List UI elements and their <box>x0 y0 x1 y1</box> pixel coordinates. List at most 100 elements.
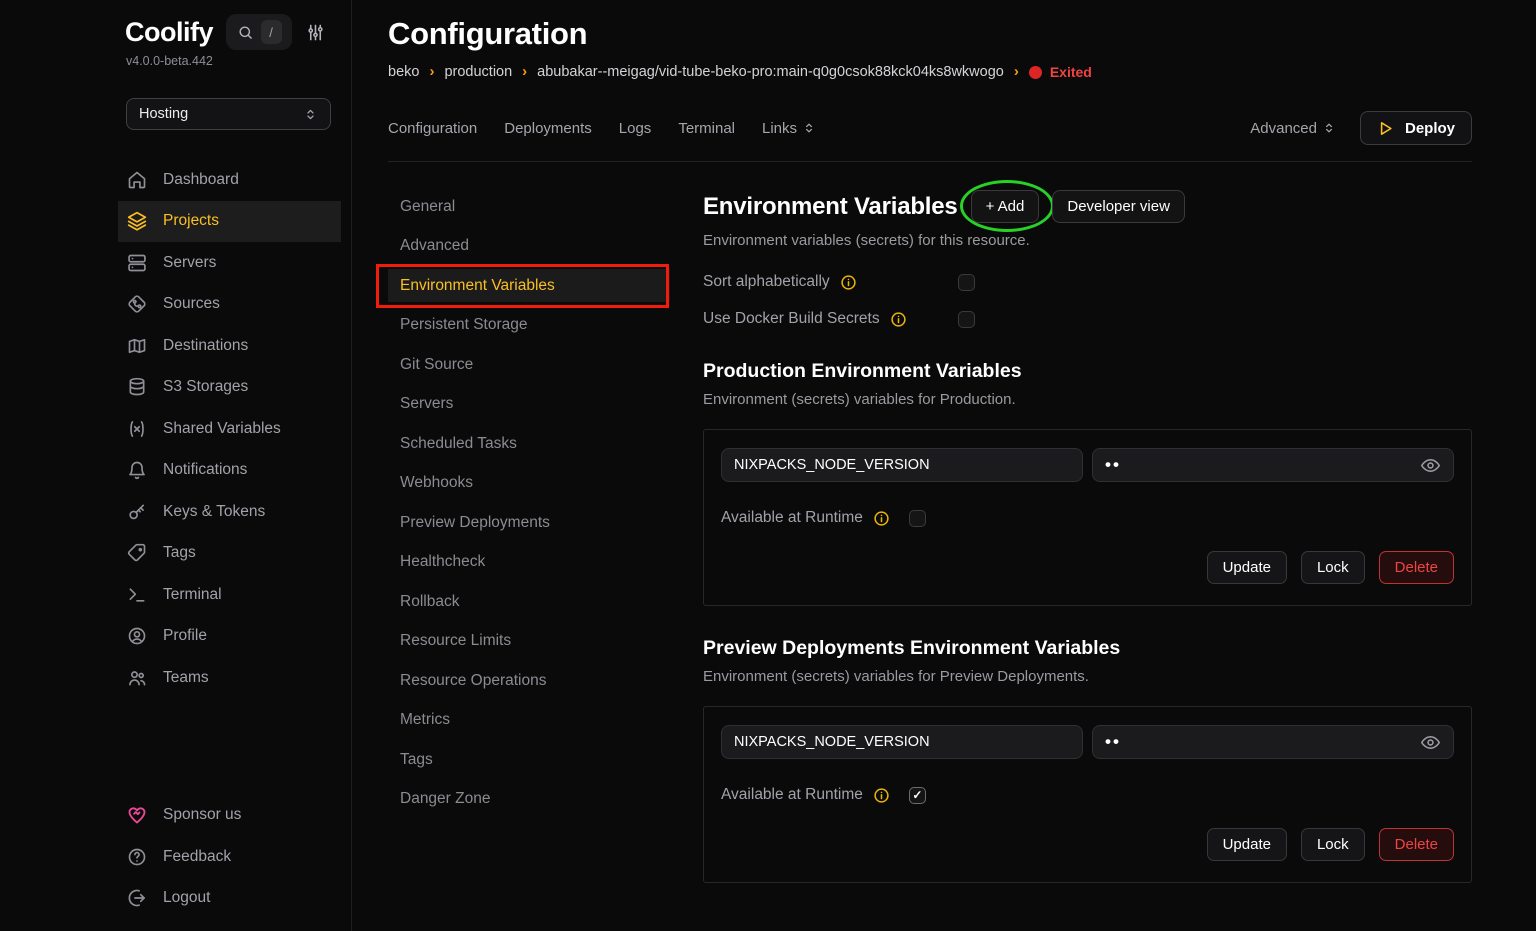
update-button[interactable]: Update <box>1207 551 1287 584</box>
breadcrumb: beko › production › abubakar--meigag/vid… <box>388 64 1472 80</box>
sidebar-item-sponsor-us[interactable]: Sponsor us <box>118 795 341 837</box>
sidebar-item-label: Sponsor us <box>163 806 241 824</box>
sidebar-item-shared-variables[interactable]: Shared Variables <box>118 408 341 450</box>
users-icon <box>127 668 147 688</box>
subnav-environment-variables[interactable]: Environment Variables <box>388 269 670 302</box>
tag-icon <box>127 543 147 563</box>
sidebar-item-label: Keys & Tokens <box>163 503 265 521</box>
available-at-runtime-checkbox[interactable]: ✓ <box>909 787 926 804</box>
subnav-danger-zone[interactable]: Danger Zone <box>388 783 670 816</box>
app-logo: Coolify <box>125 17 213 48</box>
filter-sliders-icon[interactable] <box>306 23 325 42</box>
app-version: v4.0.0-beta.442 <box>126 54 341 68</box>
heart-icon <box>127 805 147 825</box>
sidebar-item-label: S3 Storages <box>163 378 248 396</box>
tab-links-label: Links <box>762 120 797 137</box>
breadcrumb-project[interactable]: beko <box>388 64 419 80</box>
sort-alphabetically-checkbox[interactable] <box>958 274 975 291</box>
sidebar-item-label: Terminal <box>163 586 222 604</box>
info-icon[interactable] <box>873 787 890 804</box>
key-icon <box>127 502 147 522</box>
sidebar-item-s3-storages[interactable]: S3 Storages <box>118 367 341 409</box>
sidebar-item-profile[interactable]: Profile <box>118 616 341 658</box>
subnav-rollback[interactable]: Rollback <box>388 585 670 618</box>
subnav-general[interactable]: General <box>388 190 670 223</box>
subnav-persistent-storage[interactable]: Persistent Storage <box>388 309 670 342</box>
variable-value-input[interactable]: •• <box>1092 448 1454 482</box>
database-icon <box>127 377 147 397</box>
settings-subnav: General Advanced Environment Variables P… <box>388 190 703 883</box>
sidebar-item-sources[interactable]: Sources <box>118 284 341 326</box>
available-at-runtime-checkbox[interactable] <box>909 510 926 527</box>
reveal-value-eye-icon[interactable] <box>1420 455 1441 476</box>
layers-icon <box>127 211 147 231</box>
variable-value-input[interactable]: •• <box>1092 725 1454 759</box>
chevron-up-down-icon <box>802 121 816 135</box>
sidebar-footer: Sponsor us Feedback Logout <box>118 795 341 922</box>
developer-view-button[interactable]: Developer view <box>1052 190 1185 223</box>
home-icon <box>127 170 147 190</box>
sidebar-item-label: Projects <box>163 212 219 230</box>
subnav-git-source[interactable]: Git Source <box>388 348 670 381</box>
subnav-scheduled-tasks[interactable]: Scheduled Tasks <box>388 427 670 460</box>
sidebar-item-keys-tokens[interactable]: Keys & Tokens <box>118 491 341 533</box>
masked-value: •• <box>1105 460 1121 470</box>
sort-alphabetically-label: Sort alphabetically <box>703 273 830 291</box>
chevron-up-down-icon <box>1322 121 1336 135</box>
subnav-resource-limits[interactable]: Resource Limits <box>388 625 670 658</box>
sidebar-item-terminal[interactable]: Terminal <box>118 574 341 616</box>
sidebar-item-label: Logout <box>163 889 210 907</box>
sidebar-item-tags[interactable]: Tags <box>118 533 341 575</box>
advanced-dropdown[interactable]: Advanced <box>1250 120 1336 137</box>
info-icon[interactable] <box>840 274 857 291</box>
sidebar: Coolify / v4.0.0-beta.442 Hosting Dashbo… <box>0 0 352 931</box>
advanced-label: Advanced <box>1250 120 1317 137</box>
lock-button[interactable]: Lock <box>1301 551 1365 584</box>
info-icon[interactable] <box>890 311 907 328</box>
tab-links[interactable]: Links <box>762 120 816 137</box>
subnav-resource-operations[interactable]: Resource Operations <box>388 664 670 697</box>
search-icon <box>237 24 254 41</box>
sidebar-item-logout[interactable]: Logout <box>118 878 341 920</box>
sidebar-item-destinations[interactable]: Destinations <box>118 325 341 367</box>
tab-terminal[interactable]: Terminal <box>678 120 735 137</box>
status-label: Exited <box>1050 64 1092 80</box>
subnav-advanced[interactable]: Advanced <box>388 230 670 263</box>
reveal-value-eye-icon[interactable] <box>1420 732 1441 753</box>
delete-button[interactable]: Delete <box>1379 551 1454 584</box>
sidebar-item-projects[interactable]: Projects <box>118 201 341 243</box>
add-label: + Add <box>986 198 1025 215</box>
env-subtitle: Environment variables (secrets) for this… <box>703 232 1472 249</box>
team-select[interactable]: Hosting <box>126 98 331 130</box>
tab-deployments[interactable]: Deployments <box>504 120 592 137</box>
deploy-button[interactable]: Deploy <box>1360 111 1472 145</box>
sidebar-item-label: Servers <box>163 254 216 272</box>
breadcrumb-environment[interactable]: production <box>444 64 512 80</box>
sidebar-item-notifications[interactable]: Notifications <box>118 450 341 492</box>
delete-button[interactable]: Delete <box>1379 828 1454 861</box>
subnav-webhooks[interactable]: Webhooks <box>388 467 670 500</box>
subnav-servers[interactable]: Servers <box>388 388 670 421</box>
docker-build-secrets-label: Use Docker Build Secrets <box>703 310 880 328</box>
available-at-runtime-label: Available at Runtime <box>721 786 863 804</box>
sidebar-item-dashboard[interactable]: Dashboard <box>118 159 341 201</box>
update-button[interactable]: Update <box>1207 828 1287 861</box>
env-variable-card-production: NIXPACKS_NODE_VERSION •• Available at Ru… <box>703 429 1472 606</box>
subnav-metrics[interactable]: Metrics <box>388 704 670 737</box>
subnav-healthcheck[interactable]: Healthcheck <box>388 546 670 579</box>
variable-name-input[interactable]: NIXPACKS_NODE_VERSION <box>721 725 1083 759</box>
subnav-preview-deployments[interactable]: Preview Deployments <box>388 506 670 539</box>
tab-configuration[interactable]: Configuration <box>388 120 477 137</box>
search-button[interactable]: / <box>226 14 292 50</box>
add-variable-button[interactable]: + Add <box>971 190 1040 223</box>
sidebar-item-servers[interactable]: Servers <box>118 242 341 284</box>
variable-name-input[interactable]: NIXPACKS_NODE_VERSION <box>721 448 1083 482</box>
lock-button[interactable]: Lock <box>1301 828 1365 861</box>
breadcrumb-resource[interactable]: abubakar--meigag/vid-tube-beko-pro:main-… <box>537 64 1004 80</box>
sidebar-item-teams[interactable]: Teams <box>118 657 341 699</box>
tab-logs[interactable]: Logs <box>619 120 652 137</box>
docker-build-secrets-checkbox[interactable] <box>958 311 975 328</box>
subnav-tags[interactable]: Tags <box>388 743 670 776</box>
info-icon[interactable] <box>873 510 890 527</box>
sidebar-item-feedback[interactable]: Feedback <box>118 836 341 878</box>
